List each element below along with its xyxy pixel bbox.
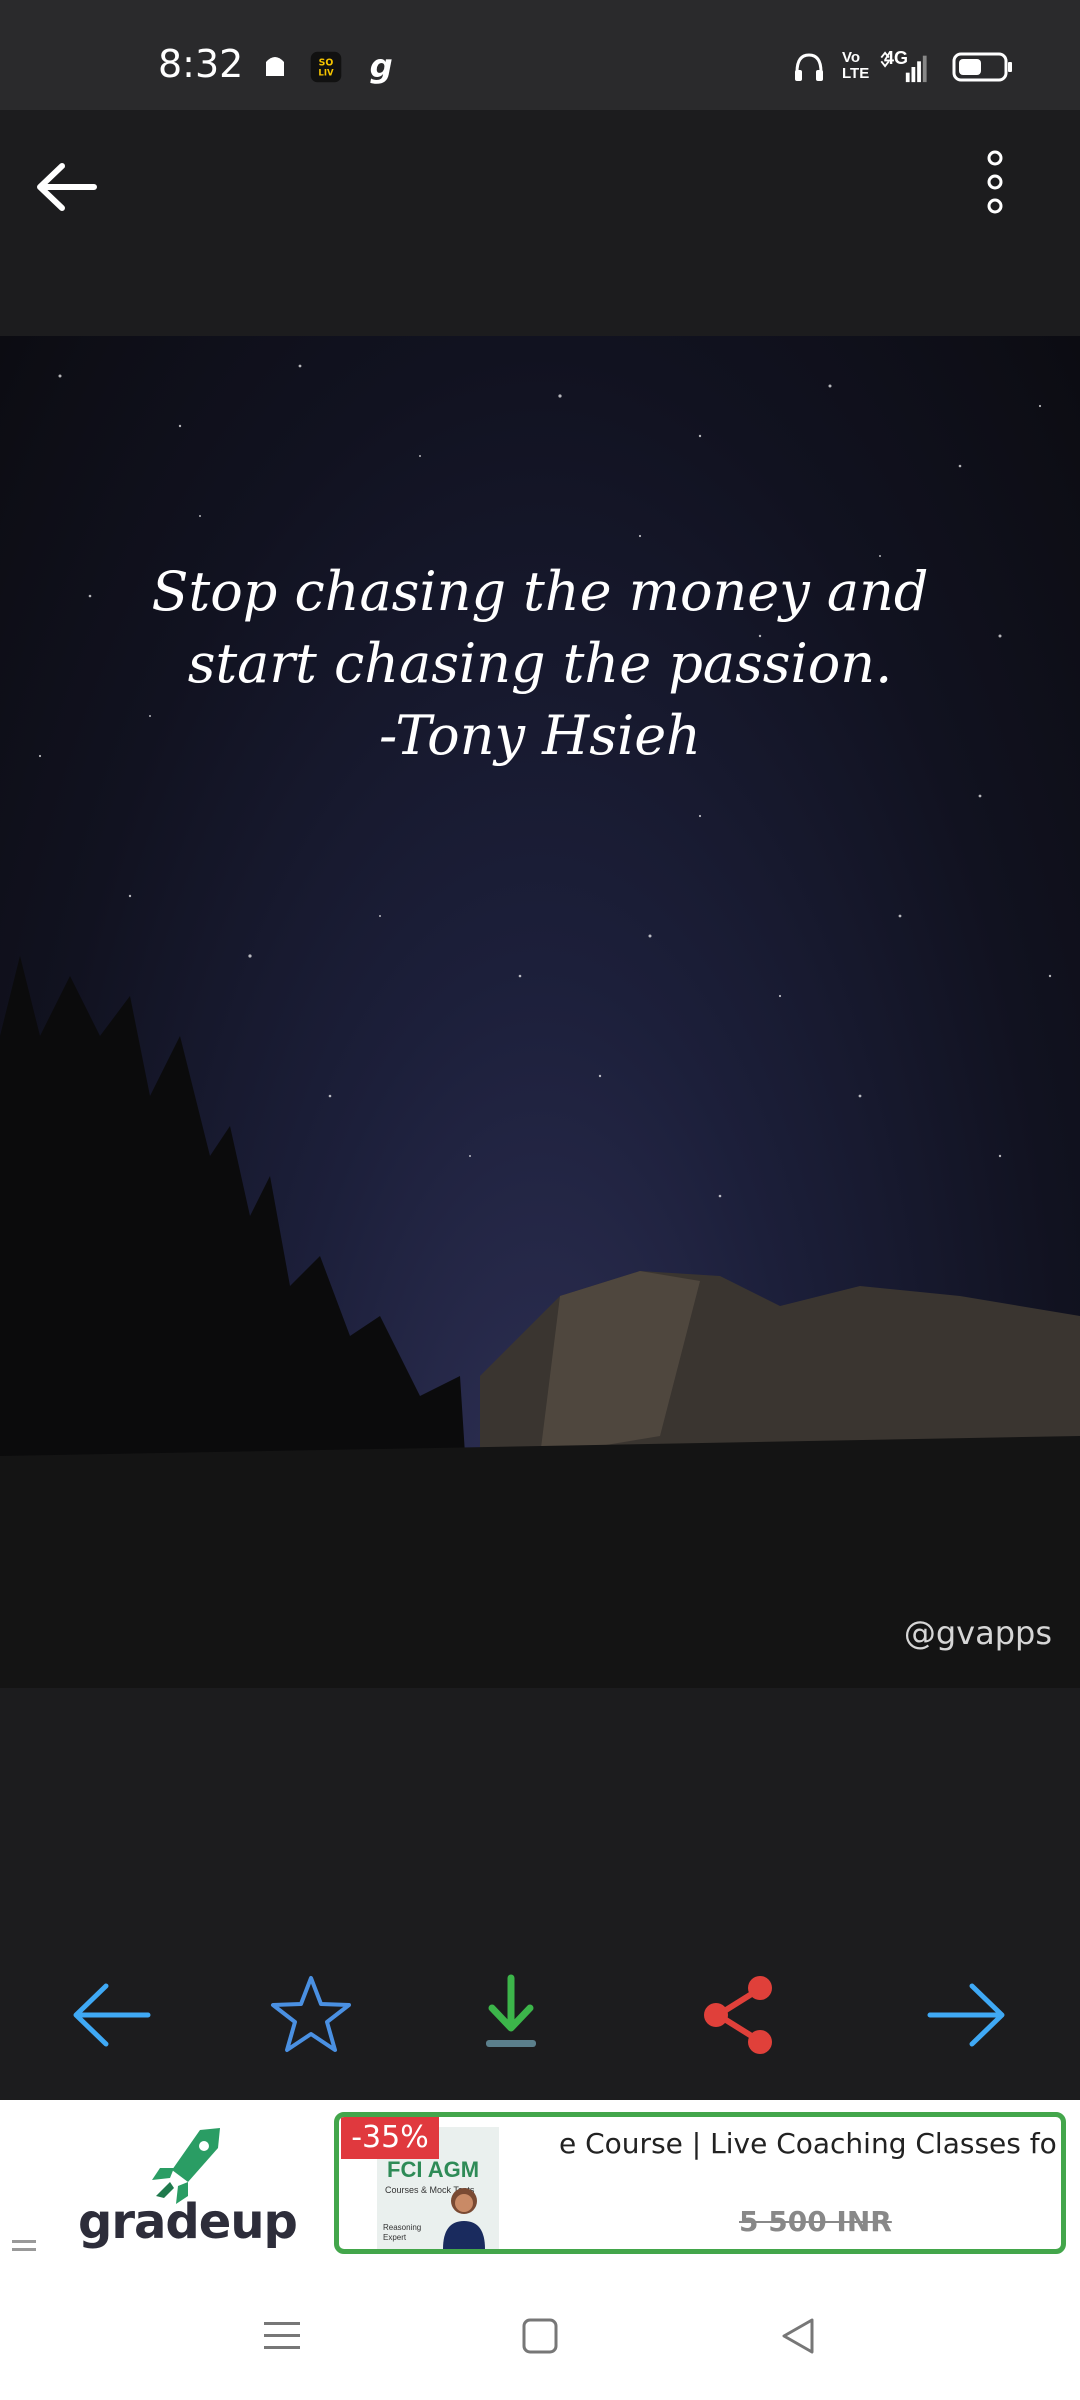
battery-icon (952, 52, 1012, 82)
arrow-left-icon[interactable] (30, 150, 104, 224)
thumbnail-title: FCI AGM (387, 2157, 480, 2182)
status-time: 8:32 (158, 42, 244, 86)
quote-line: Stop chasing the money and (151, 560, 929, 623)
quote-line: start chasing the passion. (187, 632, 893, 695)
ad-price: 5 500 INR (739, 2205, 892, 2238)
home-square-icon[interactable] (516, 2312, 564, 2360)
watermark: @gvapps (903, 1614, 1052, 1652)
instructor-photo-icon (443, 2188, 485, 2249)
back-triangle-icon[interactable] (774, 2312, 822, 2360)
4g-signal-icon (880, 51, 927, 83)
next-arrow-icon[interactable] (922, 1970, 1012, 2060)
download-icon[interactable] (466, 1970, 556, 2060)
top-toolbar (0, 110, 1080, 336)
svg-text:LIV: LIV (318, 69, 334, 79)
previous-arrow-icon[interactable] (66, 1970, 156, 2060)
gradeup-app-icon: g (370, 50, 393, 84)
ad-card[interactable]: FCI AGM Courses & Mock Tests Reasoning E… (334, 2112, 1066, 2254)
share-icon[interactable] (694, 1970, 784, 2060)
thumbnail-caption: Reasoning Expert (383, 2223, 422, 2242)
status-bar: 8:32 SO LIV g Vo LTE 4G (0, 0, 1080, 110)
quote-image: Stop chasing the money and start chasing… (0, 336, 1080, 1688)
action-bar (0, 1940, 1080, 2080)
ad-title: e Course | Live Coaching Classes for Exa (559, 2127, 1059, 2160)
brand-name: gradeup (78, 2194, 298, 2250)
ad-banner[interactable]: gradeup FCI AGM Courses & Mock Tests Rea… (0, 2100, 1080, 2268)
system-nav-bar (0, 2268, 1080, 2400)
svg-text:g: g (370, 50, 393, 84)
ad-options-icon[interactable] (12, 2236, 38, 2256)
sonyliv-app-icon: SO LIV (310, 51, 342, 83)
star-outline-icon[interactable] (266, 1970, 356, 2060)
night-sky-illustration (0, 364, 1080, 1688)
menu-icon[interactable] (258, 2312, 306, 2360)
headphones-icon (795, 53, 823, 81)
svg-text:SO: SO (319, 57, 334, 68)
more-vertical-icon[interactable] (970, 140, 1020, 234)
volte-icon: Vo LTE (842, 49, 870, 82)
notification-bell-icon (266, 57, 284, 76)
discount-badge: -35% (341, 2117, 439, 2159)
quote-text: Stop chasing the money and start chasing… (140, 556, 940, 772)
quote-author: -Tony Hsieh (379, 704, 701, 767)
